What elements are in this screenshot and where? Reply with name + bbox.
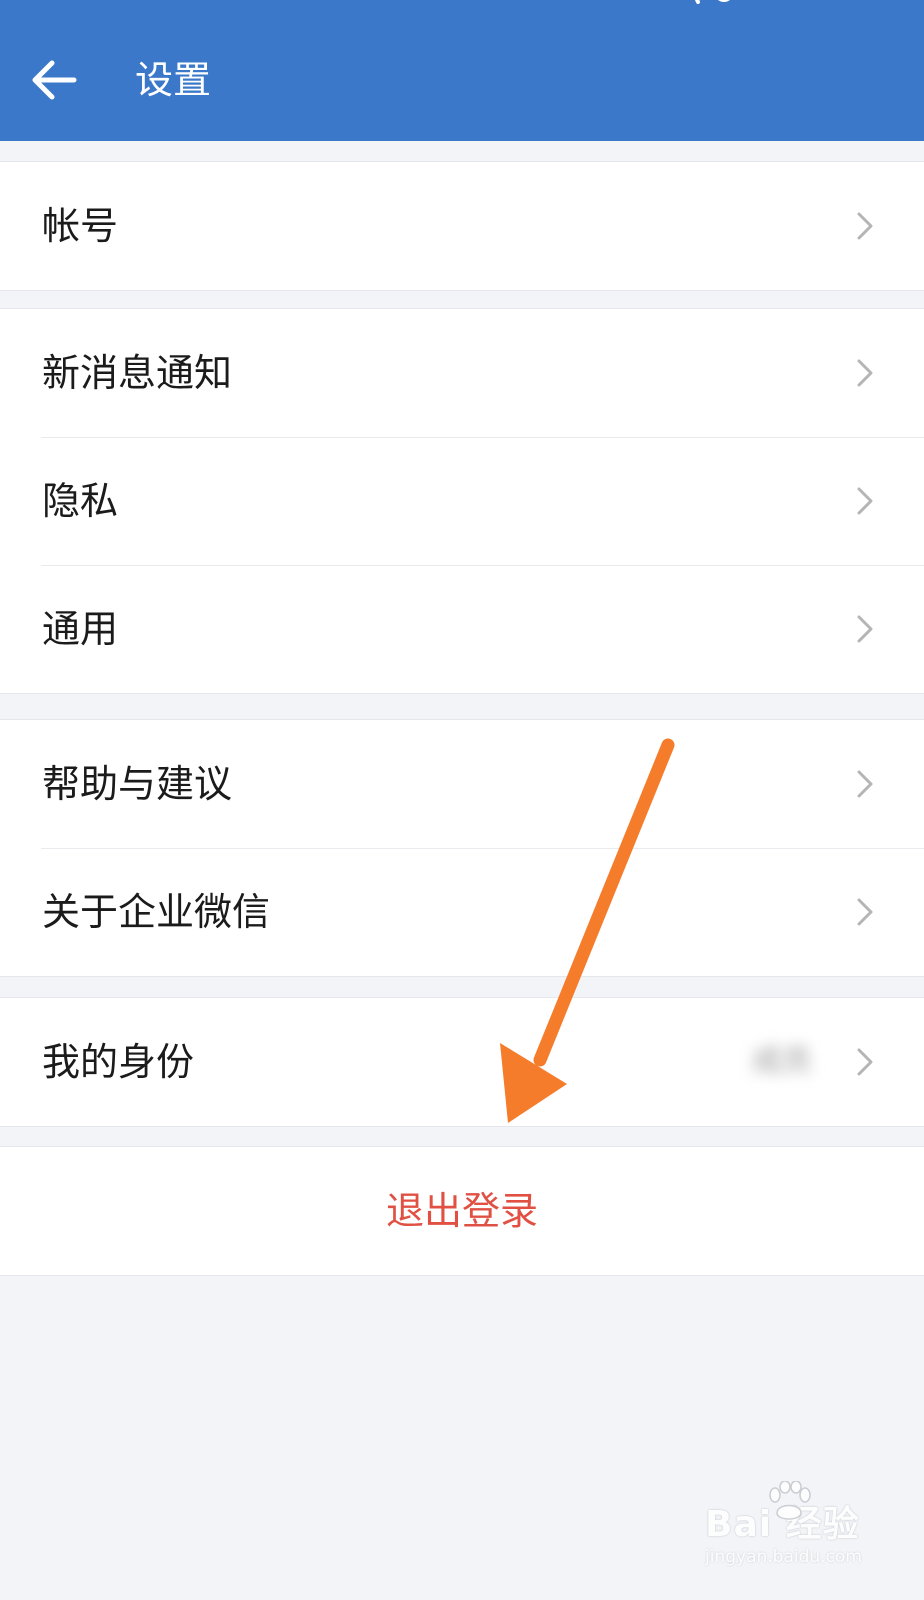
logout-button[interactable]: 退出登录	[0, 1146, 924, 1276]
settings-item-privacy[interactable]: 隐私	[0, 437, 924, 565]
arrow-left-icon	[32, 60, 77, 100]
settings-group-support: 帮助与建议 关于企业微信	[0, 719, 924, 977]
chevron-right-icon	[856, 770, 874, 798]
settings-group-identity: 我的身份 成员	[0, 997, 924, 1127]
settings-item-help-feedback[interactable]: 帮助与建议	[0, 720, 924, 848]
settings-group-preferences: 新消息通知 隐私 通用	[0, 308, 924, 694]
settings-item-label: 帮助与建议	[42, 762, 233, 806]
chevron-right-icon	[856, 487, 874, 515]
baidu-jingyan-watermark: Bai 经验 jingyan.baidu.com	[705, 1481, 885, 1585]
top-app-bar: 设置	[0, 0, 924, 141]
settings-item-label: 新消息通知	[42, 351, 233, 395]
identity-value: 成员	[752, 1044, 812, 1079]
logout-label: 退出登录	[385, 1189, 538, 1233]
status-bar-icons	[694, 0, 730, 4]
settings-item-label: 隐私	[42, 479, 119, 523]
page-title: 设置	[135, 58, 212, 102]
settings-item-label: 帐号	[42, 204, 119, 248]
chevron-right-icon	[856, 615, 874, 643]
settings-item-account[interactable]: 帐号	[0, 162, 924, 290]
watermark-url-text: jingyan.baidu.com	[705, 1547, 862, 1567]
chevron-right-icon	[856, 898, 874, 926]
settings-item-my-identity[interactable]: 我的身份 成员	[0, 998, 924, 1126]
settings-item-label: 关于企业微信	[42, 890, 271, 934]
chevron-right-icon	[856, 212, 874, 240]
chevron-right-icon	[856, 359, 874, 387]
settings-item-general[interactable]: 通用	[0, 565, 924, 693]
paw-logo-icon	[769, 1481, 811, 1520]
back-button[interactable]	[22, 50, 92, 110]
chevron-right-icon	[856, 1048, 874, 1076]
settings-group-account: 帐号	[0, 161, 924, 291]
settings-item-about[interactable]: 关于企业微信	[0, 848, 924, 976]
settings-item-label: 我的身份	[42, 1040, 195, 1084]
settings-item-notifications[interactable]: 新消息通知	[0, 309, 924, 437]
settings-item-label: 通用	[42, 607, 119, 651]
